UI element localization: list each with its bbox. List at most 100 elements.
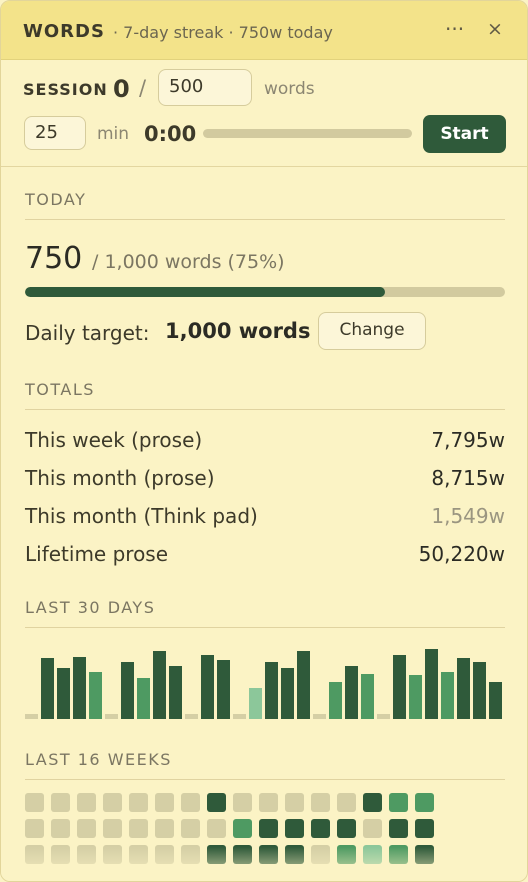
totals-row-think-pad: This month (Think pad) 1,549w [25, 504, 505, 530]
week-cell [181, 845, 200, 864]
day-bar [137, 678, 150, 719]
today-progress-fill [25, 287, 385, 297]
day-bar [217, 660, 230, 719]
week-cell [415, 845, 434, 864]
week-cell [77, 793, 96, 812]
last-16-weeks-heatmap [25, 793, 445, 881]
week-cell [415, 793, 434, 812]
week-cell [259, 819, 278, 838]
week-cell [337, 793, 356, 812]
week-cell [363, 819, 382, 838]
day-bar [233, 714, 246, 719]
day-bar [57, 668, 70, 719]
divider [25, 779, 505, 780]
today-progress-bar [25, 287, 505, 297]
week-cell [25, 845, 44, 864]
totals-row-value: 50,220w [418, 542, 505, 566]
day-bar [201, 655, 214, 719]
week-cell [51, 793, 70, 812]
week-cell [259, 845, 278, 864]
totals-row-value: 7,795w [431, 428, 505, 452]
session-minutes-input[interactable]: 25 [24, 116, 86, 150]
day-bar [489, 682, 502, 719]
week-cell [233, 793, 252, 812]
day-bar [153, 651, 166, 719]
week-cell [103, 845, 122, 864]
session-word-count: 0 [113, 75, 130, 103]
week-cell [207, 793, 226, 812]
week-cell [129, 845, 148, 864]
week-cell [129, 793, 148, 812]
day-bar [265, 662, 278, 719]
totals-row-week: This week (prose) 7,795w [25, 428, 505, 454]
week-cell [181, 819, 200, 838]
day-bar [425, 649, 438, 719]
day-bar [25, 714, 38, 719]
week-cell [155, 845, 174, 864]
start-button[interactable]: Start [423, 115, 506, 153]
session-section: SESSION 0 / 500 words 25 min 0:00 Start [1, 60, 527, 167]
last-30-days-label: LAST 30 DAYS [25, 598, 156, 617]
day-bar [185, 714, 198, 719]
day-bar [121, 662, 134, 719]
week-cell [311, 793, 330, 812]
day-bar [409, 675, 422, 719]
week-cell [415, 819, 434, 838]
week-cell [51, 819, 70, 838]
day-bar [89, 672, 102, 719]
week-cell [337, 845, 356, 864]
today-section-label: TODAY [25, 190, 87, 209]
week-cell [25, 793, 44, 812]
week-cell [311, 819, 330, 838]
session-goal-input[interactable]: 500 [158, 69, 252, 106]
day-bar [361, 674, 374, 719]
daily-target-label: Daily target: [25, 321, 150, 345]
week-cell [103, 819, 122, 838]
week-cell [389, 793, 408, 812]
daily-target-value: 1,000 words [165, 319, 311, 343]
close-icon[interactable]: × [487, 18, 503, 40]
day-bar [169, 666, 182, 719]
session-progress-bar [203, 129, 412, 138]
more-options-icon[interactable]: ··· [445, 17, 464, 41]
streak-summary: · 7-day streak · 750w today [113, 23, 333, 42]
minutes-unit-label: min [97, 124, 130, 144]
week-cell [233, 819, 252, 838]
week-cell [51, 845, 70, 864]
totals-row-label: Lifetime prose [25, 542, 169, 566]
day-bar [249, 688, 262, 719]
week-cell [25, 819, 44, 838]
week-cell [155, 793, 174, 812]
session-slash: / [139, 76, 147, 100]
totals-row-label: This month (Think pad) [25, 504, 258, 528]
change-target-button[interactable]: Change [318, 312, 426, 350]
week-cell [259, 793, 278, 812]
week-cell [311, 845, 330, 864]
week-cell [285, 793, 304, 812]
totals-row-value: 8,715w [431, 466, 505, 490]
words-panel: WORDS · 7-day streak · 750w today ··· × … [0, 0, 528, 882]
last-30-days-chart [25, 641, 505, 719]
week-cell [389, 819, 408, 838]
week-cell [103, 793, 122, 812]
divider [25, 409, 505, 410]
week-cell [207, 845, 226, 864]
day-bar [377, 714, 390, 719]
day-bar [473, 662, 486, 719]
week-cell [285, 845, 304, 864]
totals-row-month: This month (prose) 8,715w [25, 466, 505, 492]
session-label: SESSION [23, 80, 108, 99]
day-bar [329, 682, 342, 719]
totals-section-label: TOTALS [25, 380, 95, 399]
session-timer: 0:00 [144, 122, 197, 146]
panel-header: WORDS · 7-day streak · 750w today ··· × [1, 1, 527, 60]
day-bar [313, 714, 326, 719]
week-cell [363, 793, 382, 812]
week-cell [129, 819, 148, 838]
day-bar [281, 668, 294, 719]
week-cell [181, 793, 200, 812]
last-16-weeks-label: LAST 16 WEEKS [25, 750, 172, 769]
totals-row-label: This month (prose) [25, 466, 215, 490]
today-goal-text: / 1,000 words (75%) [92, 251, 285, 273]
day-bar [41, 658, 54, 719]
